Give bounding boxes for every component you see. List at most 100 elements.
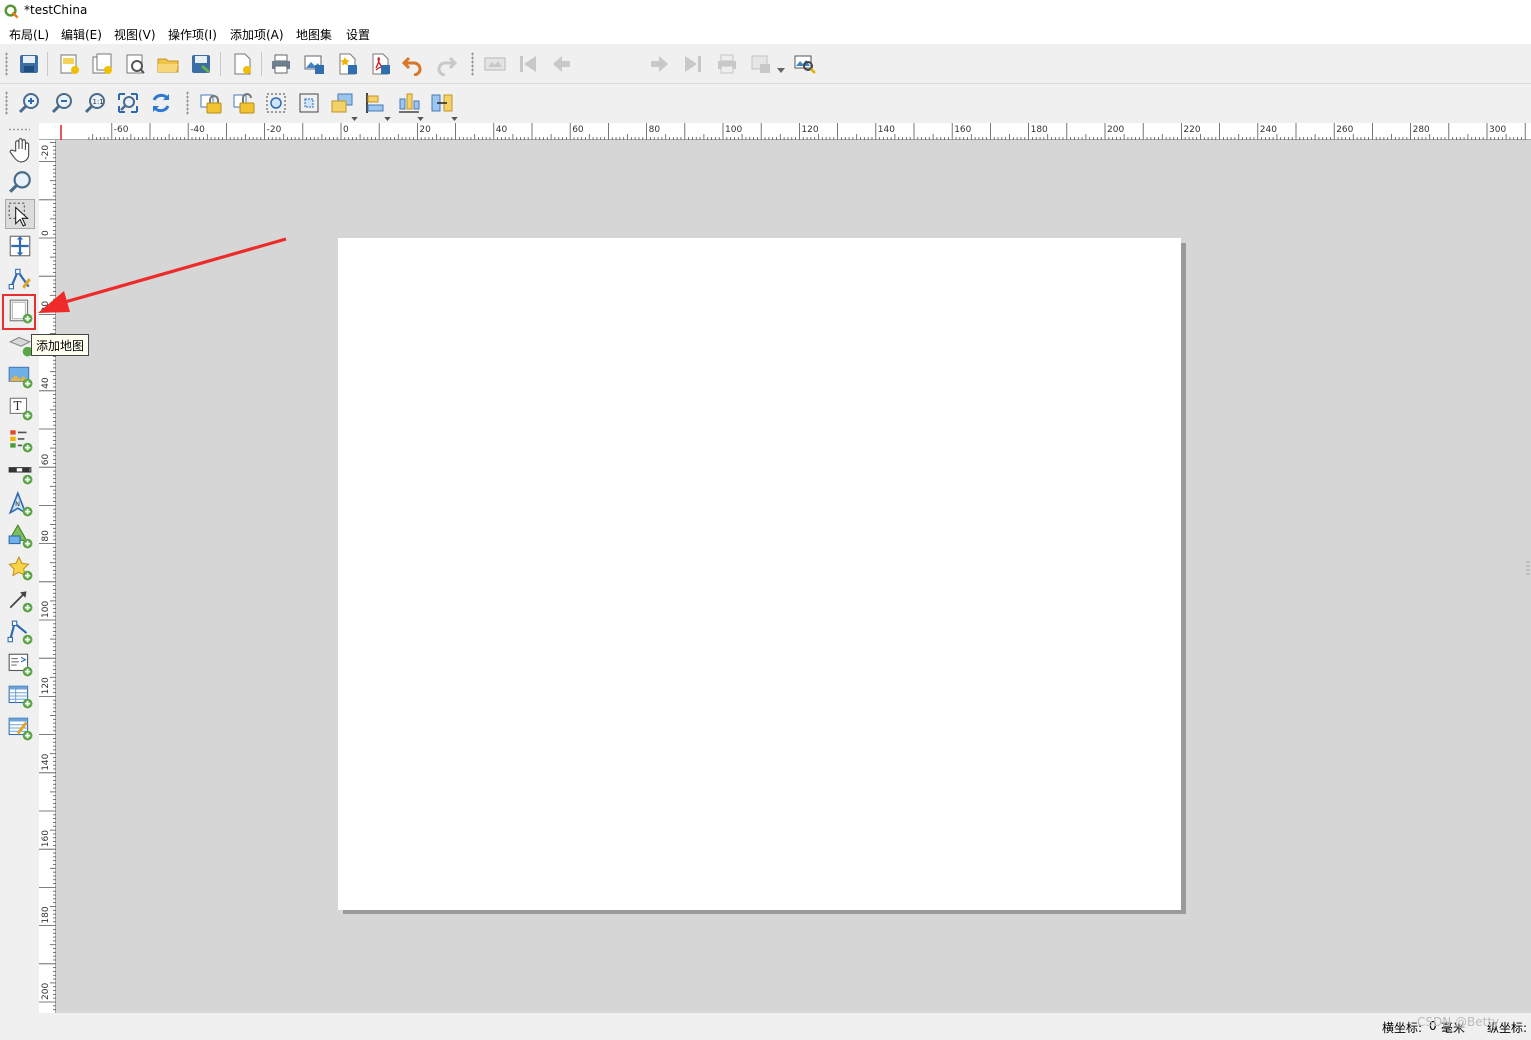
first-feature-button[interactable]	[515, 51, 541, 77]
add-html-button[interactable]	[5, 649, 35, 679]
add-north-arrow-button[interactable]: N	[5, 489, 35, 519]
ruler-label: 40	[496, 125, 508, 135]
toolbar-grip[interactable]	[5, 52, 8, 76]
ruler-label: 180	[1031, 125, 1048, 135]
ruler-label: 200	[41, 983, 51, 1000]
next-feature-button[interactable]	[647, 51, 673, 77]
menu-settings[interactable]: 设置	[346, 26, 370, 43]
menu-bar: 布局(L) 编辑(E) 视图(V) 操作项(I) 添加项(A) 地图集 设置	[0, 23, 1531, 44]
add-attribute-table-button[interactable]	[5, 681, 35, 711]
export-image-button[interactable]	[301, 51, 327, 77]
undo-button[interactable]	[400, 51, 426, 77]
next-feature-icon	[651, 56, 668, 72]
horizontal-ruler[interactable]: -60 -40 -20 0 20 40 60 80 100 120 140 160 180 200 220 2…	[39, 123, 1531, 140]
page-properties-button[interactable]	[229, 51, 255, 77]
save-template-button[interactable]	[188, 51, 214, 77]
move-content-button[interactable]	[5, 231, 35, 261]
add-scalebar-button[interactable]	[5, 457, 35, 487]
add-picture-button[interactable]	[5, 361, 35, 391]
ruler-label: 0	[41, 230, 51, 236]
scroll-grip[interactable]	[1526, 560, 1530, 576]
redo-button[interactable]	[433, 51, 459, 77]
menu-atlas[interactable]: 地图集	[296, 26, 332, 43]
ruler-label: 60	[572, 125, 584, 135]
vertical-ruler[interactable]: -20 0 20 40 60 80 100 120 140 160 180 200	[39, 140, 56, 1013]
add-label-button[interactable]: T	[5, 393, 35, 423]
ruler-label: 120	[41, 677, 51, 694]
menu-layout[interactable]: 布局(L)	[9, 26, 49, 43]
toolbar-grip[interactable]	[471, 52, 474, 76]
toolbar-grip[interactable]	[8, 128, 30, 131]
layout-toolbar: 1	[0, 44, 1531, 122]
toolbar-grip[interactable]	[186, 91, 189, 115]
layout-manager-button[interactable]	[122, 51, 148, 77]
pan-layout-button[interactable]	[5, 135, 35, 165]
export-svg-button[interactable]	[334, 51, 360, 77]
add-legend-button[interactable]	[5, 425, 35, 455]
unlock-items-button[interactable]	[230, 90, 256, 116]
chevron-down-icon[interactable]	[417, 110, 424, 124]
add-fixed-table-icon	[8, 717, 33, 741]
zoom-in-button[interactable]	[16, 90, 42, 116]
lock-items-button[interactable]	[197, 90, 223, 116]
duplicate-layout-icon	[92, 53, 112, 74]
menu-add-item[interactable]: 添加项(A)	[230, 26, 284, 43]
last-feature-button[interactable]	[680, 51, 706, 77]
add-marker-button[interactable]	[5, 553, 35, 583]
ruler-label: 80	[41, 530, 51, 542]
atlas-export-icon	[751, 55, 770, 73]
new-layout-button[interactable]	[56, 51, 82, 77]
zoom-actual-button[interactable]: 1:1	[82, 90, 108, 116]
layout-manager-icon	[126, 54, 145, 74]
atlas-preview-button[interactable]	[482, 51, 508, 77]
window-title: *testChina	[24, 3, 88, 17]
export-svg-icon	[339, 53, 357, 75]
atlas-settings-button[interactable]	[792, 51, 818, 77]
save-layout-icon	[20, 55, 38, 73]
add-arrow-icon	[9, 591, 33, 613]
toolbar-grip[interactable]	[5, 91, 8, 115]
add-shape-button[interactable]	[5, 521, 35, 551]
chevron-down-icon[interactable]	[451, 110, 458, 124]
open-template-icon	[157, 58, 179, 73]
open-template-button[interactable]	[155, 51, 181, 77]
atlas-preview-icon	[484, 57, 506, 71]
layout-page[interactable]	[338, 238, 1181, 910]
export-pdf-button[interactable]	[367, 51, 393, 77]
print-button[interactable]	[268, 51, 294, 77]
first-feature-icon	[520, 56, 536, 72]
chevron-down-icon[interactable]	[351, 110, 358, 124]
edit-nodes-button[interactable]	[5, 263, 35, 293]
atlas-print-button[interactable]	[714, 51, 740, 77]
add-fixed-table-button[interactable]	[5, 713, 35, 743]
redo-icon	[437, 56, 458, 76]
ruler-label: 100	[41, 601, 51, 618]
menu-edit[interactable]: 编辑(E)	[61, 26, 102, 43]
save-layout-button[interactable]	[16, 51, 42, 77]
ruler-label: 200	[1107, 125, 1124, 135]
chevron-down-icon[interactable]	[384, 110, 391, 124]
ruler-label: 20	[419, 125, 431, 135]
add-arrow-button[interactable]	[5, 585, 35, 615]
select-move-button[interactable]	[5, 199, 35, 229]
zoom-full-button[interactable]	[115, 90, 141, 116]
zoom-out-button[interactable]	[49, 90, 75, 116]
refresh-button[interactable]	[148, 90, 174, 116]
menu-view[interactable]: 视图(V)	[114, 26, 156, 43]
ruler-label: 260	[1336, 125, 1353, 135]
svg-text:N: N	[15, 500, 20, 508]
menu-items[interactable]: 操作项(I)	[168, 26, 217, 43]
item-toolbox: T N	[0, 123, 39, 1013]
zoom-tool-button[interactable]	[5, 167, 35, 197]
previous-feature-button[interactable]	[548, 51, 574, 77]
chevron-down-icon[interactable]	[777, 62, 785, 76]
group-items-button[interactable]	[263, 90, 289, 116]
add-polyline-button[interactable]	[5, 617, 35, 647]
zoom-actual-icon: 1:1	[84, 93, 105, 114]
atlas-export-button[interactable]	[748, 51, 774, 77]
refresh-icon	[152, 93, 170, 113]
duplicate-layout-button[interactable]	[89, 51, 115, 77]
ruler-label: 140	[878, 125, 895, 135]
ruler-label: 160	[41, 830, 51, 847]
ungroup-items-button[interactable]	[296, 90, 322, 116]
